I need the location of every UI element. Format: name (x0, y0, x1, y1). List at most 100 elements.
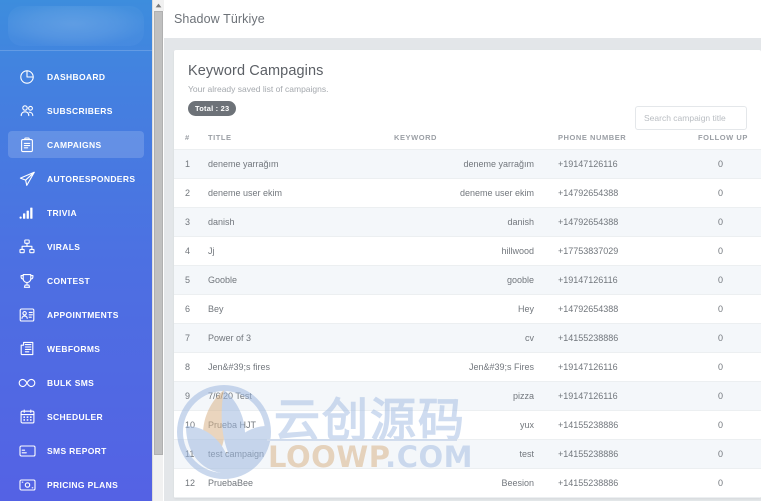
sidebar-item-sms-report[interactable]: SMS REPORT (8, 437, 144, 464)
cell-title: Prueba HJT (208, 410, 388, 440)
page-title: Shadow Türkiye (174, 12, 265, 26)
cell-title: deneme user ekim (208, 178, 388, 208)
clipboard-icon (16, 135, 38, 155)
table-row[interactable]: 5 Gooble gooble +19147126116 0 (174, 265, 761, 295)
infinity-icon (16, 373, 38, 393)
table-row[interactable]: 2 deneme user ekim deneme user ekim +147926… (174, 178, 761, 208)
cell-keyword: danish (388, 207, 558, 237)
cell-phone: +19147126116 (558, 381, 698, 411)
cell-title: Bey (208, 294, 388, 324)
card-header: Keyword Campagins Your already saved lis… (174, 50, 761, 130)
cell-number: 11 (174, 439, 208, 469)
sidebar-item-label: TRIVIA (47, 207, 77, 218)
sidebar-item-label: AUTORESPONDERS (47, 173, 136, 184)
sidebar-item-subscribers[interactable]: SUBSCRIBERS (8, 97, 144, 124)
cell-followup: 0 (698, 265, 761, 295)
sidebar-item-label: BULK SMS (47, 377, 95, 388)
brand-logo-icon (8, 6, 144, 46)
cell-followup: 0 (698, 294, 761, 324)
col-header-keyword[interactable]: KEYWORD (388, 133, 558, 150)
cell-keyword: hillwood (388, 236, 558, 266)
cell-number: 9 (174, 381, 208, 411)
cell-keyword: yux (388, 410, 558, 440)
cell-followup: 0 (698, 468, 761, 498)
col-header-title[interactable]: TITLE (208, 133, 388, 150)
table-row[interactable]: 10 Prueba HJT yux +14155238886 0 (174, 410, 761, 440)
cell-phone: +19147126116 (558, 149, 698, 179)
cell-phone: +14792654388 (558, 294, 698, 324)
cell-keyword: deneme user ekim (388, 178, 558, 208)
cell-number: 7 (174, 323, 208, 353)
sidebar-item-contest[interactable]: CONTEST (8, 267, 144, 294)
sidebar-item-label: PRICING PLANS (47, 479, 119, 490)
sidebar-item-bulk-sms[interactable]: BULK SMS (8, 369, 144, 396)
table-row[interactable]: 1 deneme yarrağım deneme yarrağım +19147126… (174, 149, 761, 179)
sidebar-item-autoresponders[interactable]: AUTORESPONDERS (8, 165, 144, 192)
table-row[interactable]: 9 7/6/20 Test pizza +19147126116 0 (174, 381, 761, 411)
sidebar-item-trivia[interactable]: TRIVIA (8, 199, 144, 226)
table-row[interactable]: 4 Jj hillwood +17753837029 0 (174, 236, 761, 266)
cell-title: danish (208, 207, 388, 237)
cell-title: test campaign (208, 439, 388, 469)
sidebar-item-dashboard[interactable]: DASHBOARD (8, 63, 144, 90)
cell-title: Jj (208, 236, 388, 266)
campaigns-table: # TITLE KEYWORD PHONE NUMBER FOLLOW UP 1… (174, 133, 761, 498)
col-header-followup[interactable]: FOLLOW UP (698, 133, 761, 150)
calendar-icon (16, 407, 38, 427)
sidebar-item-scheduler[interactable]: SCHEDULER (8, 403, 144, 430)
paper-plane-icon (16, 169, 38, 189)
cell-keyword: gooble (388, 265, 558, 295)
col-header-number[interactable]: # (174, 133, 208, 150)
cell-phone: +14155238886 (558, 410, 698, 440)
sidebar-scrollbar[interactable] (152, 0, 164, 501)
table-row[interactable]: 3 danish danish +14792654388 0 (174, 207, 761, 237)
cell-phone: +19147126116 (558, 352, 698, 382)
sidebar-item-pricing-plans[interactable]: PRICING PLANS (8, 471, 144, 498)
credit-card-icon (16, 441, 38, 461)
cell-number: 10 (174, 410, 208, 440)
cell-phone: +14155238886 (558, 468, 698, 498)
cell-followup: 0 (698, 207, 761, 237)
cell-phone: +14155238886 (558, 439, 698, 469)
cell-followup: 0 (698, 410, 761, 440)
cell-number: 2 (174, 178, 208, 208)
scrollbar-up-arrow-icon[interactable] (153, 0, 164, 11)
cell-number: 3 (174, 207, 208, 237)
search-input[interactable] (635, 106, 747, 130)
cell-keyword: Hey (388, 294, 558, 324)
brand-area[interactable] (0, 0, 152, 48)
sidebar-item-label: SUBSCRIBERS (47, 105, 113, 116)
table-row[interactable]: 7 Power of 3 cv +14155238886 0 (174, 323, 761, 353)
cell-number: 6 (174, 294, 208, 324)
cell-number: 12 (174, 468, 208, 498)
cell-title: Jen&#39;s fires (208, 352, 388, 382)
cell-number: 8 (174, 352, 208, 382)
table-row[interactable]: 8 Jen&#39;s fires Jen&#39;s Fires +19147126… (174, 352, 761, 382)
cell-keyword: test (388, 439, 558, 469)
trophy-icon (16, 271, 38, 291)
app-root: DASHBOARD SUBSCRIBERS CAMPAIGNS AUTORESPOND… (0, 0, 761, 501)
sidebar-item-virals[interactable]: VIRALS (8, 233, 144, 260)
table-row[interactable]: 12 PruebaBee Beesion +14155238886 0 (174, 468, 761, 498)
cell-keyword: deneme yarrağım (388, 149, 558, 179)
sitemap-icon (16, 237, 38, 257)
sidebar-item-campaigns[interactable]: CAMPAIGNS (8, 131, 144, 158)
main-area: Shadow Türkiye Keyword Campagins Your al… (164, 0, 761, 501)
table-row[interactable]: 11 test campaign test +14155238886 0 (174, 439, 761, 469)
topbar: Shadow Türkiye (164, 0, 761, 38)
col-header-phone[interactable]: PHONE NUMBER (558, 133, 698, 150)
total-badge: Total : 23 (188, 101, 237, 116)
scrollbar-thumb[interactable] (154, 11, 163, 455)
card-subtitle: Your already saved list of campaigns. (188, 84, 329, 94)
table-header-row: # TITLE KEYWORD PHONE NUMBER FOLLOW UP (174, 133, 761, 150)
cell-phone: +14792654388 (558, 178, 698, 208)
cell-keyword: cv (388, 323, 558, 353)
id-card-icon (16, 305, 38, 325)
sidebar-item-webforms[interactable]: WEBFORMS (8, 335, 144, 362)
table-row[interactable]: 6 Bey Hey +14792654388 0 (174, 294, 761, 324)
cell-title: 7/6/20 Test (208, 381, 388, 411)
cell-phone: +14155238886 (558, 323, 698, 353)
cell-followup: 0 (698, 149, 761, 179)
cell-title: Gooble (208, 265, 388, 295)
sidebar-item-appointments[interactable]: APPOINTMENTS (8, 301, 144, 328)
